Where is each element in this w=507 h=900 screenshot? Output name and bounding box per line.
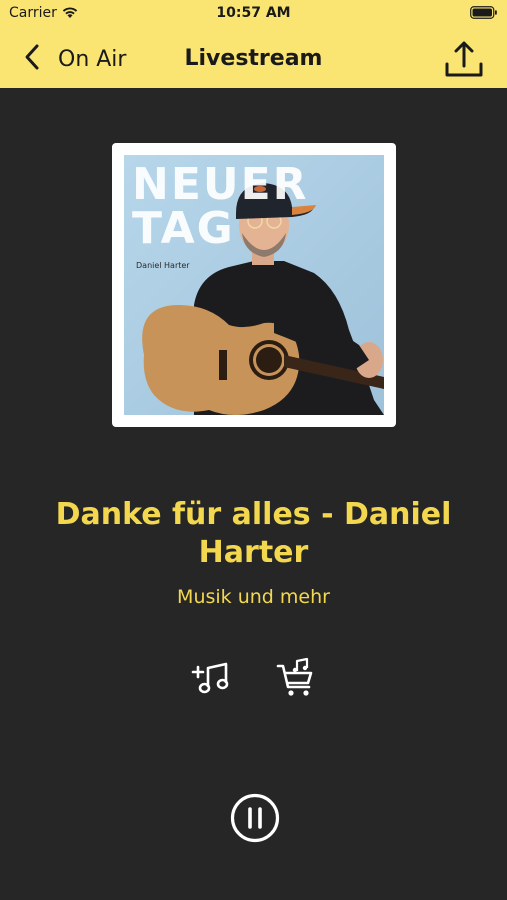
album-cover-frame: NEUER TAG Daniel Harter: [112, 143, 396, 427]
track-title: Danke für alles - Daniel Harter: [55, 497, 452, 570]
album-artist: Daniel Harter: [136, 261, 190, 270]
back-label: On Air: [58, 46, 127, 72]
shop-button[interactable]: [275, 657, 317, 697]
pause-button[interactable]: [229, 792, 281, 844]
battery-icon: [470, 6, 498, 23]
navigation-bar: On Air Livestream: [0, 36, 507, 82]
status-bar: Carrier 10:57 AM: [0, 0, 507, 28]
album-title: NEUER TAG: [132, 159, 309, 254]
track-subtitle: Musik und mehr: [177, 586, 330, 608]
shopping-cart-music-icon: [275, 657, 317, 703]
livestream-screen: Carrier 10:57 AM On Air Livestream NEUER…: [0, 0, 507, 900]
status-time: 10:57 AM: [216, 5, 291, 21]
album-cover: NEUER TAG Daniel Harter: [124, 155, 384, 415]
add-music-button[interactable]: [190, 659, 232, 699]
pause-circle-icon: [229, 793, 281, 848]
share-button[interactable]: [443, 40, 485, 80]
chevron-left-icon: [24, 43, 40, 75]
add-music-icon: [190, 662, 232, 703]
back-button[interactable]: On Air: [24, 40, 126, 78]
top-bar: Carrier 10:57 AM On Air Livestream: [0, 0, 507, 88]
share-upload-icon: [443, 41, 485, 84]
